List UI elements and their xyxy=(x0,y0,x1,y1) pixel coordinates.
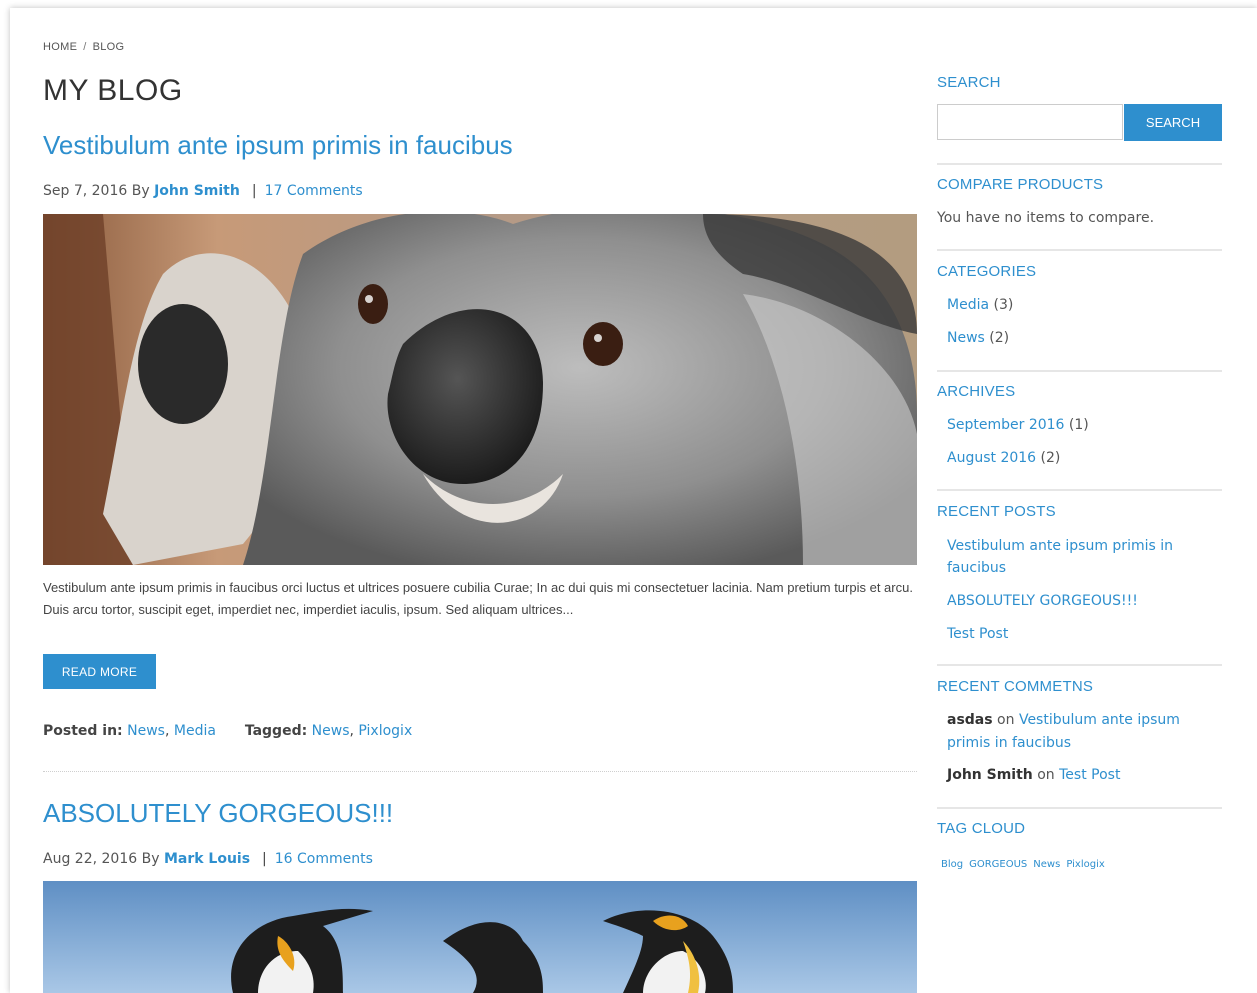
page-title: MY BLOG xyxy=(43,74,183,107)
archive-link-label[interactable]: August 2016 xyxy=(947,450,1036,466)
meta-separator: | xyxy=(262,851,267,867)
breadcrumb-separator: / xyxy=(83,41,87,53)
comment-on-label: on xyxy=(1037,767,1055,783)
post-image-penguins[interactable] xyxy=(43,881,917,993)
archive-item-september-2016[interactable]: September 2016 (1) xyxy=(947,414,1089,436)
search-button[interactable]: SEARCH xyxy=(1124,104,1222,141)
archive-item-august-2016[interactable]: August 2016 (2) xyxy=(947,447,1060,469)
compare-empty-text: You have no items to compare. xyxy=(937,210,1155,226)
tag-cloud-widget-title: TAG CLOUD xyxy=(937,820,1026,837)
recent-post-link[interactable]: ABSOLUTELY GORGEOUS!!! xyxy=(947,590,1138,612)
post-by-label: By xyxy=(141,851,160,867)
category-count: (2) xyxy=(989,330,1010,346)
post-by-label: By xyxy=(131,183,150,199)
sidebar-divider xyxy=(937,489,1222,491)
archive-count: (1) xyxy=(1068,417,1089,433)
breadcrumb-current: BLOG xyxy=(92,41,125,53)
tagged-label: Tagged: xyxy=(244,723,308,739)
post-meta: Aug 22, 2016 By Mark Louis | 16 Comments xyxy=(43,851,373,867)
post-date: Sep 7, 2016 xyxy=(43,183,128,199)
post-excerpt: Vestibulum ante ipsum primis in faucibus… xyxy=(43,580,913,617)
post-image-koala[interactable] xyxy=(43,214,917,565)
tag-cloud-link[interactable]: News xyxy=(1033,859,1060,870)
compare-widget-title: COMPARE PRODUCTS xyxy=(937,176,1104,193)
post-taxonomy: Posted in: News, Media Tagged: News, Pix… xyxy=(43,723,413,739)
comment-on-label: on xyxy=(997,712,1015,728)
sidebar-divider xyxy=(937,664,1222,666)
sidebar-divider xyxy=(937,249,1222,251)
archive-link-label[interactable]: September 2016 xyxy=(947,417,1064,433)
archives-widget-title: ARCHIVES xyxy=(937,383,1016,400)
tag-cloud-link[interactable]: GORGEOUS xyxy=(969,859,1027,870)
category-link-media[interactable]: Media xyxy=(174,723,216,739)
post-title-link[interactable]: ABSOLUTELY GORGEOUS!!! xyxy=(43,798,393,829)
sidebar-divider xyxy=(937,163,1222,165)
post-comments-link[interactable]: 16 Comments xyxy=(275,851,373,867)
penguins-illustration xyxy=(43,881,917,993)
category-link-label[interactable]: News xyxy=(947,330,985,346)
categories-widget-title: CATEGORIES xyxy=(937,263,1037,280)
post-author-link[interactable]: John Smith xyxy=(154,183,240,199)
tag-cloud: Blog GORGEOUS News Pixlogix xyxy=(941,859,1111,870)
page-frame: HOME / BLOG MY BLOG Vestibulum ante ipsum … xyxy=(10,8,1257,993)
tag-link-pixlogix[interactable]: Pixlogix xyxy=(358,723,412,739)
tag-cloud-link[interactable]: Pixlogix xyxy=(1066,859,1104,870)
read-more-button[interactable]: READ MORE xyxy=(43,654,156,689)
sidebar-divider xyxy=(937,370,1222,372)
search-input[interactable] xyxy=(937,104,1123,140)
koala-illustration xyxy=(43,214,917,565)
breadcrumb: HOME / BLOG xyxy=(43,41,124,53)
comment-post-link[interactable]: Test Post xyxy=(1059,767,1120,783)
post-comments-link[interactable]: 17 Comments xyxy=(265,183,363,199)
recent-post-link[interactable]: Vestibulum ante ipsum primis in faucibus xyxy=(947,535,1197,579)
category-link-news[interactable]: News xyxy=(127,723,165,739)
breadcrumb-home-link[interactable]: HOME xyxy=(43,41,77,53)
archive-count: (2) xyxy=(1040,450,1061,466)
post-meta: Sep 7, 2016 By John Smith | 17 Comments xyxy=(43,183,363,199)
tag-link-news[interactable]: News xyxy=(312,723,350,739)
post-title-link[interactable]: Vestibulum ante ipsum primis in faucibus xyxy=(43,130,513,161)
search-widget-title: SEARCH xyxy=(937,74,1001,91)
meta-separator: | xyxy=(251,183,257,199)
post-divider xyxy=(43,771,917,772)
posted-in-label: Posted in: xyxy=(43,723,123,739)
post-date: Aug 22, 2016 xyxy=(43,851,138,867)
post-author-link[interactable]: Mark Louis xyxy=(164,851,250,867)
sidebar-divider xyxy=(937,807,1222,809)
recent-comment-item: John Smith on Test Post xyxy=(947,764,1212,787)
tag-cloud-link[interactable]: Blog xyxy=(941,859,963,870)
comment-author: asdas xyxy=(947,712,993,728)
recent-posts-widget-title: RECENT POSTS xyxy=(937,503,1056,520)
recent-post-link[interactable]: Test Post xyxy=(947,623,1008,645)
category-item-news[interactable]: News (2) xyxy=(947,327,1009,349)
recent-comments-widget-title: RECENT COMMETNS xyxy=(937,678,1094,695)
recent-comment-item: asdas on Vestibulum ante ipsum primis in… xyxy=(947,709,1212,755)
category-count: (3) xyxy=(993,297,1014,313)
category-link-label[interactable]: Media xyxy=(947,297,989,313)
comment-author: John Smith xyxy=(947,767,1033,783)
category-item-media[interactable]: Media (3) xyxy=(947,294,1013,316)
